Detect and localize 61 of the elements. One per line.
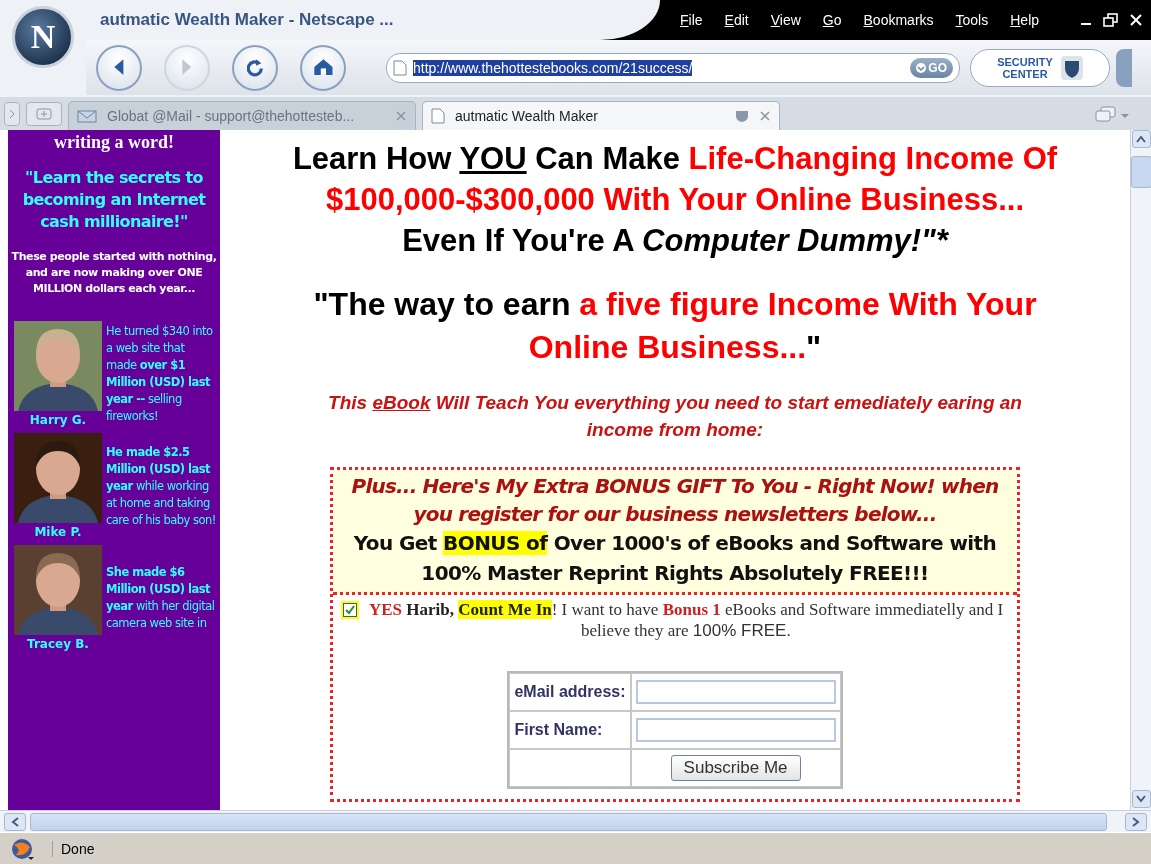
scrollbar-thumb[interactable] bbox=[1130, 156, 1151, 188]
field-label: eMail address: bbox=[514, 683, 626, 700]
mail-icon bbox=[77, 108, 97, 124]
page-icon bbox=[431, 108, 445, 124]
person-name: Tracey B. bbox=[27, 637, 89, 651]
field-label: First Name: bbox=[514, 721, 603, 738]
caret-icon bbox=[1136, 135, 1146, 143]
scroll-down-button[interactable] bbox=[1131, 790, 1151, 808]
back-icon bbox=[113, 58, 125, 77]
sidebar-text: These people started with nothing, and are now making over ONE MILLION dollars each year... bbox=[10, 249, 218, 297]
caret-icon bbox=[8, 109, 16, 119]
scrollbar-thumb[interactable] bbox=[30, 812, 1107, 831]
restore-icon[interactable] bbox=[1103, 13, 1119, 27]
home-icon bbox=[312, 58, 334, 77]
first-name-field[interactable] bbox=[635, 718, 836, 742]
caret-icon bbox=[1132, 816, 1140, 827]
logo: N bbox=[12, 6, 74, 68]
menu-item[interactable]: Help bbox=[1010, 12, 1040, 28]
testimonial-text: He made $2.5 Million (USD) last year while working at home and taking care of his baby son! bbox=[106, 443, 217, 529]
window-title: autmatic Wealth Maker - Netscape ... bbox=[100, 10, 394, 30]
caret-icon bbox=[11, 816, 19, 827]
forward-icon bbox=[181, 58, 193, 77]
reload-button[interactable] bbox=[232, 44, 278, 91]
consent-text: YES Harib, Count Me In! I want to have Bonus 1 eBooks and Software immediatelly and I believe they are 100% FREE. bbox=[367, 599, 1005, 641]
caret-icon bbox=[1136, 795, 1146, 803]
url-field[interactable]: http://www.thehottestebooks.com/21success/ GO bbox=[386, 52, 960, 83]
menu-item[interactable]: Bookmarks bbox=[863, 12, 934, 28]
person-name: Harry G. bbox=[29, 413, 87, 427]
menu-item[interactable]: View bbox=[770, 12, 801, 28]
menu-item[interactable]: File bbox=[680, 12, 703, 28]
home-button[interactable] bbox=[300, 44, 346, 91]
menu-item[interactable]: Edit bbox=[724, 12, 749, 28]
reload-icon bbox=[246, 57, 264, 78]
security-center-button[interactable]: SECURITY CENTER bbox=[970, 48, 1110, 87]
sidebar-intro: writing a word! bbox=[53, 132, 175, 153]
new-tab-icon bbox=[36, 108, 52, 120]
intro-text: This eBook Will Teach You everything you need to start emediately earing an income from home: bbox=[327, 391, 1023, 442]
subscribe-button[interactable]: Subscribe Me bbox=[670, 755, 801, 781]
caret-icon bbox=[916, 62, 927, 73]
shield-icon bbox=[735, 109, 749, 123]
scroll-up-button[interactable] bbox=[1131, 130, 1151, 148]
back-button[interactable] bbox=[96, 44, 142, 91]
sidebar-quote: "Learn the secrets to becoming an Internet cash millionaire!" bbox=[21, 167, 207, 233]
person-name: Mike P. bbox=[34, 525, 82, 539]
tab[interactable]: autmatic Wealth Maker bbox=[422, 101, 780, 130]
page-icon bbox=[393, 59, 407, 76]
globe-icon[interactable] bbox=[10, 836, 36, 861]
subheadline: "The way to earn a five figure Income With Your Online Business..." bbox=[312, 285, 1038, 367]
headline: Learn How YOU Can Make Life-Changing Income Of $100,000-$300,000 With Your Online Business... Even If You're A Computer Dummy!"* bbox=[291, 140, 1059, 260]
expand-button[interactable] bbox=[1116, 48, 1132, 87]
scroll-right-button[interactable] bbox=[1125, 812, 1147, 831]
email-field[interactable] bbox=[635, 680, 836, 704]
menu-item[interactable]: Go bbox=[822, 12, 842, 28]
testimonial-text: He turned $340 into a web site that made over $1 Million (USD) last year -- selling fireworks! bbox=[106, 323, 214, 425]
testimonial-text: She made $6 Million (USD) last year with her digital camera web site in bbox=[106, 564, 216, 632]
scroll-left-button[interactable] bbox=[4, 812, 26, 831]
bonus-offer: Plus... Here's My Extra BONUS GIFT To You - Right Now! when you register for our business newsletters below... bbox=[350, 473, 1000, 528]
shield-icon bbox=[1060, 55, 1083, 80]
checkbox[interactable] bbox=[343, 603, 357, 617]
menu-item[interactable]: Tools bbox=[955, 12, 989, 28]
status-text: Done bbox=[52, 840, 95, 857]
